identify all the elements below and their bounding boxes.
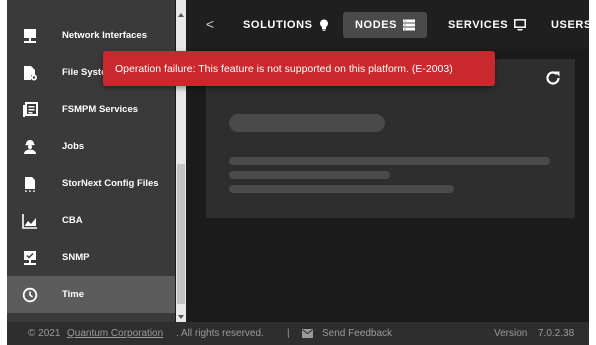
sidebar-item-network-interfaces[interactable]: Network Interfaces	[7, 17, 175, 54]
version-label: Version	[494, 328, 528, 339]
app-window: Network Interfaces File Systems FSMPM Se…	[7, 0, 589, 345]
company-link[interactable]: Quantum Corporation	[67, 328, 163, 339]
sidebar-item-fsmpm-services[interactable]: FSMPM Services	[7, 91, 175, 128]
tab-label: SOLUTIONS	[243, 19, 313, 31]
sidebar-item-stornext-config-files[interactable]: StorNext Config Files	[7, 165, 175, 202]
scroll-up-arrow-icon[interactable]	[176, 6, 186, 17]
monitor-check-icon	[21, 249, 39, 267]
tab-nodes[interactable]: NODES	[343, 12, 428, 38]
footer-separator: |	[287, 328, 290, 339]
chevron-left-icon: <	[205, 16, 215, 32]
sidebar-item-time[interactable]: Time	[7, 276, 175, 313]
skeleton-title-placeholder	[229, 114, 385, 132]
top-navigation: < SOLUTIONS NODES SERVICES USERS	[187, 0, 589, 49]
sidebar-item-label: SNMP	[62, 252, 90, 263]
document-icon	[21, 175, 39, 193]
chart-area-icon	[21, 212, 39, 230]
version-value: 7.0.2.38	[538, 328, 575, 339]
rights-text: . All rights reserved.	[176, 328, 264, 339]
sidebar-item-label: StorNext Config Files	[62, 178, 159, 189]
sidebar-scrollbar[interactable]	[176, 0, 186, 322]
server-icon	[403, 19, 416, 31]
tab-label: USERS	[551, 19, 589, 31]
lightbulb-icon	[319, 19, 329, 31]
mail-icon	[302, 329, 313, 341]
sidebar-item-label: CBA	[62, 215, 83, 226]
nav-prev-button[interactable]: <	[201, 14, 219, 34]
footer: © 2021 Quantum Corporation . All rights …	[7, 322, 589, 345]
sidebar-item-label: Time	[62, 289, 85, 300]
send-feedback-link[interactable]: Send Feedback	[322, 328, 392, 339]
error-toast: Operation failure: This feature is not s…	[103, 51, 495, 86]
copyright-text: © 2021	[28, 328, 61, 339]
monitor-icon	[514, 19, 527, 31]
tab-label: SERVICES	[448, 19, 509, 31]
sidebar-item-label: Network Interfaces	[62, 30, 148, 41]
monitor-network-icon	[21, 27, 39, 45]
sidebar-item-label: FSMPM Services	[62, 104, 139, 115]
tab-solutions[interactable]: SOLUTIONS	[235, 12, 337, 38]
refresh-icon[interactable]	[543, 68, 563, 88]
skeleton-line-placeholder	[229, 185, 454, 193]
worker-icon	[21, 138, 39, 156]
skeleton-line-placeholder	[229, 157, 550, 165]
file-settings-icon	[21, 64, 39, 82]
scroll-down-arrow-icon[interactable]	[176, 308, 186, 319]
clock-icon	[21, 286, 39, 304]
sidebar-item-label: Jobs	[62, 141, 85, 152]
tab-services[interactable]: SERVICES	[440, 12, 534, 38]
sidebar-item-jobs[interactable]: Jobs	[7, 128, 175, 165]
skeleton-line-placeholder	[229, 171, 390, 179]
sidebar: Network Interfaces File Systems FSMPM Se…	[7, 0, 175, 322]
sidebar-item-snmp[interactable]: SNMP	[7, 239, 175, 276]
error-message: Operation failure: This feature is not s…	[115, 62, 453, 75]
tab-label: NODES	[355, 19, 398, 31]
tab-users[interactable]: USERS	[543, 12, 589, 38]
scrollbar-thumb[interactable]	[177, 164, 185, 304]
sidebar-item-cba[interactable]: CBA	[7, 202, 175, 239]
list-box-icon	[21, 101, 39, 119]
